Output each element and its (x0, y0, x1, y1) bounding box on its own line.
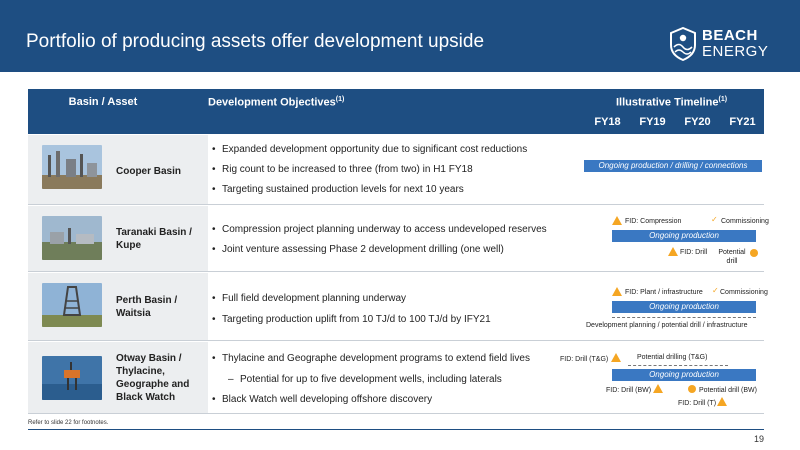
table-row-otway: Otway Basin / Thylacine, Geographe and B… (28, 342, 764, 414)
year-fy18: FY18 (594, 116, 621, 128)
basin-cell: Cooper Basin (28, 135, 208, 204)
objective-item: Black Watch well developing offshore dis… (212, 394, 432, 405)
footer-divider (28, 429, 764, 430)
column-header-development-text: Development Objectives (208, 96, 336, 109)
objectives-list: Expanded development opportunity due to … (208, 135, 588, 204)
milestone-triangle-icon (612, 287, 622, 296)
objective-item: Targeting sustained production levels fo… (212, 184, 464, 195)
potential-circle-icon (750, 249, 758, 257)
check-mark-icon: ✓ (712, 286, 719, 295)
basin-name-line: Thylacine, (116, 366, 165, 377)
dashed-timeline-line (612, 317, 756, 318)
objective-item: Compression project planning underway to… (212, 224, 547, 235)
objectives-list: Thylacine and Geographe development prog… (208, 342, 588, 413)
year-fy19: FY19 (639, 116, 666, 128)
timeline-bar: Ongoing production (612, 301, 756, 313)
page-number: 19 (754, 434, 765, 444)
column-header-timeline-text: Illustrative Timeline (616, 96, 719, 109)
logo-word-energy: ENERGY (702, 43, 769, 60)
slide-title: Portfolio of producing assets offer deve… (26, 31, 485, 52)
milestone-triangle-icon (653, 384, 663, 393)
milestone-label: FID: Drill (BW) (606, 387, 652, 394)
table-header: Basin / Asset Development Objectives(1) … (28, 89, 764, 134)
milestone-label: Commissioning (720, 289, 768, 296)
milestone-triangle-icon (717, 397, 727, 406)
basin-name-line: Waitsia (116, 308, 151, 319)
potential-label-line: Potential (718, 249, 746, 256)
basin-name-line: Geographe and (116, 379, 190, 390)
footnote-marker: (1) (718, 96, 728, 103)
objective-item: Rig count to be increased to three (from… (212, 164, 473, 175)
column-header-basin: Basin / Asset (68, 96, 138, 108)
basin-name-line: Taranaki Basin / (116, 227, 192, 238)
footnote-text: Refer to slide 22 for footnotes. (28, 420, 109, 426)
dashed-timeline-line (628, 365, 728, 366)
basin-name: Cooper Basin (116, 166, 182, 177)
basin-name: Otway Basin / Thylacine, Geographe and B… (116, 352, 189, 404)
basin-name-line: Perth Basin / (116, 295, 178, 306)
table-row-taranaki: Taranaki Basin / Kupe Compression projec… (28, 206, 769, 272)
basin-name-line: Black Watch (116, 392, 176, 403)
potential-circle-icon (688, 385, 696, 393)
objective-item: Full field development planning underway (212, 293, 406, 304)
timeline-bar: Ongoing production / drilling / connecti… (584, 160, 762, 172)
milestone-label: Potential drill (714, 248, 750, 266)
year-labels: FY18 FY19 FY20 FY21 (585, 116, 765, 130)
year-fy20: FY20 (684, 116, 711, 128)
beach-energy-logo: BEACH ENERGY (668, 24, 778, 64)
objective-subitem: Potential for up to five development wel… (228, 374, 502, 385)
objective-item: Expanded development opportunity due to … (212, 144, 527, 155)
milestone-triangle-icon (612, 216, 622, 225)
potential-label-line: drill (726, 258, 738, 265)
processing-plant-image (42, 216, 102, 260)
footnote-marker: (1) (335, 96, 345, 103)
year-fy21: FY21 (729, 116, 756, 128)
milestone-label: FID: Drill (680, 249, 708, 256)
objective-item: Joint venture assessing Phase 2 developm… (212, 244, 504, 255)
objective-item: Targeting production uplift from 10 TJ/d… (212, 314, 491, 325)
table-row-cooper: Cooper Basin Expanded development opport… (28, 135, 764, 205)
column-header-timeline: Illustrative Timeline(1) (616, 96, 727, 109)
basin-name: Taranaki Basin / Kupe (116, 226, 192, 252)
milestone-label: Potential drill (BW) (699, 387, 757, 394)
milestone-label: Development planning / potential drill /… (586, 322, 748, 329)
gas-plant-image (42, 145, 102, 189)
logo-emblem-icon (670, 27, 696, 61)
check-mark-icon: ✓ (711, 215, 718, 224)
basin-name-line: Kupe (116, 240, 141, 251)
milestone-triangle-icon (611, 353, 621, 362)
objectives-list: Compression project planning underway to… (208, 206, 588, 271)
basin-cell: Taranaki Basin / Kupe (28, 206, 208, 271)
basin-name-line: Otway Basin / (116, 353, 182, 364)
milestone-label: Commissioning (721, 218, 769, 225)
table-row-perth: Perth Basin / Waitsia Full field develop… (28, 273, 768, 341)
milestone-label: FID: Drill (T) (678, 400, 717, 407)
logo-word-beach: BEACH (702, 27, 758, 44)
milestone-triangle-icon (668, 247, 678, 256)
milestone-label: Potential drilling (T&G) (637, 354, 708, 361)
timeline-bar: Ongoing production (612, 230, 756, 242)
drill-rig-image (42, 283, 102, 327)
column-header-development: Development Objectives(1) (208, 96, 344, 109)
offshore-platform-image (42, 356, 102, 400)
milestone-label: FID: Plant / infrastructure (625, 289, 703, 296)
header-banner: Portfolio of producing assets offer deve… (0, 0, 800, 72)
basin-cell: Perth Basin / Waitsia (28, 273, 208, 340)
basin-name: Perth Basin / Waitsia (116, 294, 177, 320)
objective-item: Thylacine and Geographe development prog… (212, 353, 530, 364)
basin-cell: Otway Basin / Thylacine, Geographe and B… (28, 342, 208, 413)
milestone-label: FID: Compression (625, 218, 682, 225)
timeline-bar: Ongoing production (612, 369, 756, 381)
milestone-label: FID: Drill (T&G) (560, 356, 609, 363)
objectives-list: Full field development planning underway… (208, 273, 588, 340)
